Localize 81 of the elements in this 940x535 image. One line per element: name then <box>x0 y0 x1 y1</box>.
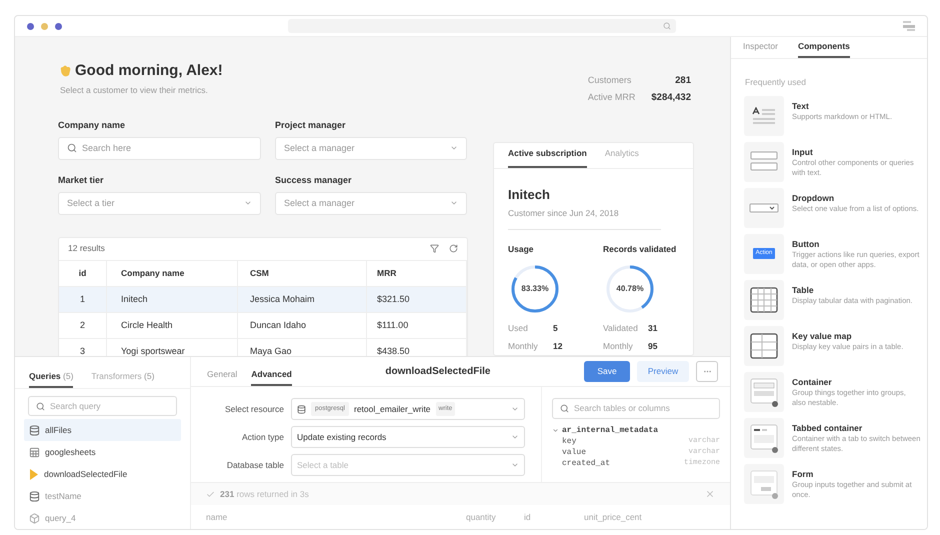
stat-label: Customers <box>588 74 632 87</box>
tab[interactable]: Components <box>798 36 850 58</box>
text-lines-icon <box>752 106 776 125</box>
tab[interactable]: Queries (5) <box>29 366 74 388</box>
results-status: 231 rows returned in 3s <box>220 488 310 500</box>
field-label: Action type <box>240 430 285 444</box>
chevron-icon <box>511 433 519 441</box>
query-item[interactable]: downloadSelectedFile <box>24 463 181 485</box>
field-label: Project manager <box>275 118 347 131</box>
component-name: Table <box>792 284 815 296</box>
select-field[interactable]: Update existing records <box>291 426 525 448</box>
column-name: key <box>562 436 578 448</box>
dropdown-icon <box>749 202 779 213</box>
component-name: Form <box>792 468 814 480</box>
metric-label: Monthly <box>603 340 634 353</box>
field-label: Market tier <box>58 174 105 186</box>
component-name: Key value map <box>792 330 853 342</box>
stat-value: $284,432 <box>651 91 691 106</box>
tab[interactable]: Active subscription <box>508 142 587 168</box>
search-icon <box>560 404 569 413</box>
metric-value: 95 <box>648 340 658 353</box>
metric-title: Usage <box>508 242 535 256</box>
database-icon <box>297 404 306 414</box>
field-label: Success manager <box>275 174 353 186</box>
search-icon <box>67 143 77 154</box>
check-icon <box>206 490 215 498</box>
component-name: Dropdown <box>792 192 836 204</box>
column-name: created_at <box>562 458 612 470</box>
refresh-icon[interactable] <box>449 244 458 254</box>
filter-icon[interactable] <box>430 244 439 254</box>
chevron-icon[interactable] <box>552 427 559 434</box>
play-icon <box>29 468 39 480</box>
greeting-subtitle: Select a customer to view their metrics. <box>60 84 209 97</box>
metric-label: Monthly <box>508 340 539 353</box>
component-name: Button <box>792 238 820 250</box>
metric-label: Used <box>508 322 529 334</box>
chevron-icon <box>511 405 519 413</box>
query-item[interactable]: allFiles <box>24 419 181 441</box>
metric-title: Records validated <box>603 242 678 256</box>
search-icon <box>36 402 45 411</box>
table-row[interactable]: 1 Initech Jessica Mohaim $321.50 <box>59 286 467 312</box>
column-header: name <box>206 510 228 524</box>
field-label: Database table <box>226 458 285 472</box>
close-icon[interactable] <box>705 489 715 499</box>
component-name: Input <box>792 146 814 158</box>
column-name: value <box>562 446 588 458</box>
metric-value: 31 <box>648 322 658 334</box>
query-title: downloadSelectedFile <box>384 365 492 379</box>
metric-value: 12 <box>553 340 562 353</box>
section-heading: Frequently used <box>745 76 807 89</box>
metric-percent: 83.33% <box>521 284 549 294</box>
database-icon <box>29 424 40 436</box>
box-icon <box>29 512 40 524</box>
greeting-title: Good morning, Alex! <box>75 60 223 81</box>
stat-label: Active MRR <box>588 91 636 104</box>
database-icon <box>29 490 40 502</box>
tab[interactable]: Advanced <box>251 364 292 386</box>
stat-value: 281 <box>674 74 691 88</box>
layout-icon <box>903 21 915 31</box>
search-icon <box>663 22 671 30</box>
table-name[interactable]: ar_internal_metadata <box>562 424 658 436</box>
metric-value: 5 <box>553 322 558 334</box>
metric-label: Validated <box>603 322 639 334</box>
field-label: Select resource <box>224 402 285 416</box>
query-item[interactable]: googlesheets <box>24 441 181 463</box>
customer-since: Customer since Jun 24, 2018 <box>508 207 620 220</box>
column-header: unit_price_cent <box>584 510 643 524</box>
column-header: quantity <box>466 510 497 524</box>
component-name: Container <box>792 376 833 388</box>
table-row[interactable]: 3 Yogi sportswear Maya Gao $438.50 <box>59 338 467 356</box>
customer-name: Initech <box>508 186 551 204</box>
sheet-icon <box>29 446 40 458</box>
component-name: Text <box>792 100 810 112</box>
field-label: Company name <box>58 118 126 131</box>
result-count: 12 results <box>68 242 106 256</box>
save-button[interactable]: Save <box>584 361 630 382</box>
column-header: id <box>524 510 532 524</box>
component-name: Tabbed container <box>792 422 864 434</box>
chevron-icon <box>511 461 519 469</box>
metric-percent: 40.78% <box>616 284 644 294</box>
table-row[interactable]: 2 Circle Health Duncan Idaho $111.00 <box>59 312 467 338</box>
